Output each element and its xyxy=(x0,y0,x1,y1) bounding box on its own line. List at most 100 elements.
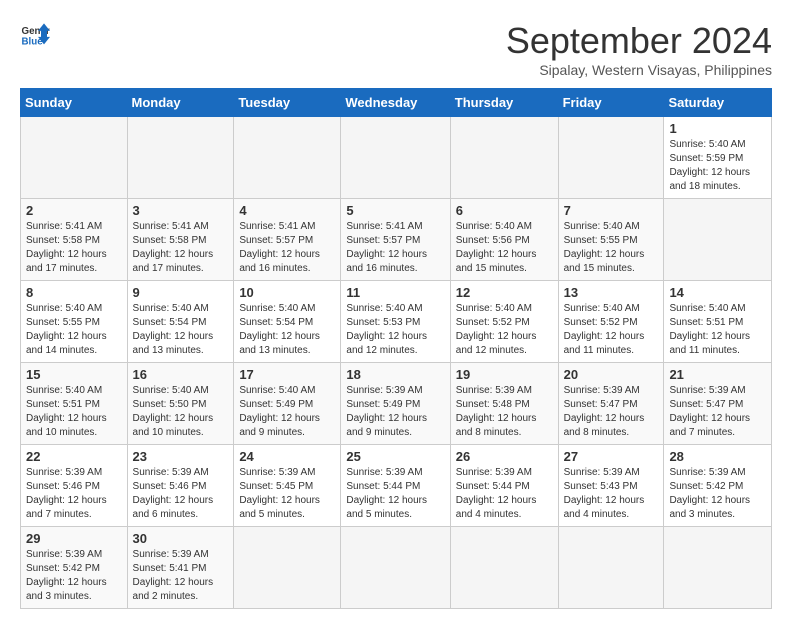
calendar-day-12: 12Sunrise: 5:40 AMSunset: 5:52 PMDayligh… xyxy=(450,281,558,363)
calendar-day-29: 29 Sunrise: 5:39 AMSunset: 5:42 PMDayligh… xyxy=(21,527,128,609)
column-header-wednesday: Wednesday xyxy=(341,89,450,117)
column-header-friday: Friday xyxy=(558,89,664,117)
day-info: Sunrise: 5:39 AMSunset: 5:48 PMDaylight:… xyxy=(456,385,537,438)
calendar-day-10: 10 Sunrise: 5:40 AMSunset: 5:54 PMDayligh… xyxy=(234,281,341,363)
column-header-thursday: Thursday xyxy=(450,89,558,117)
calendar-day-3: 3 Sunrise: 5:41 AMSunset: 5:58 PMDaylight… xyxy=(127,199,234,281)
day-number: 23 xyxy=(133,449,229,464)
day-number: 11 xyxy=(346,285,444,300)
empty-cell xyxy=(234,527,341,609)
calendar-day-20: 20 Sunrise: 5:39 AMSunset: 5:47 PMDayligh… xyxy=(558,363,664,445)
day-info: Sunrise: 5:39 AMSunset: 5:47 PMDaylight:… xyxy=(564,385,645,438)
day-info: Sunrise: 5:39 AMSunset: 5:43 PMDaylight:… xyxy=(564,467,645,520)
day-number: 25 xyxy=(346,449,444,464)
calendar-day-25: 25 Sunrise: 5:39 AMSunset: 5:44 PMDayligh… xyxy=(341,445,450,527)
day-info: Sunrise: 5:40 AMSunset: 5:49 PMDaylight:… xyxy=(239,385,320,438)
day-number: 15 xyxy=(26,367,122,382)
day-info: Sunrise: 5:39 AMSunset: 5:41 PMDaylight:… xyxy=(133,549,214,602)
day-number: 21 xyxy=(669,367,766,382)
day-number: 29 xyxy=(26,531,122,546)
day-info: Sunrise: 5:40 AMSunset: 5:56 PMDaylight:… xyxy=(456,221,537,274)
day-info: Sunrise: 5:40 AMSunset: 5:51 PMDaylight:… xyxy=(669,303,750,356)
empty-cell xyxy=(450,527,558,609)
empty-cell xyxy=(558,117,664,199)
day-number: 22 xyxy=(26,449,122,464)
day-info: Sunrise: 5:40 AMSunset: 5:50 PMDaylight:… xyxy=(133,385,214,438)
day-info: Sunrise: 5:39 AMSunset: 5:49 PMDaylight:… xyxy=(346,385,427,438)
calendar-day-16: 16 Sunrise: 5:40 AMSunset: 5:50 PMDayligh… xyxy=(127,363,234,445)
week-row-1: 1Sunrise: 5:40 AMSunset: 5:59 PMDaylight… xyxy=(21,117,772,199)
day-number: 28 xyxy=(669,449,766,464)
calendar-day-1: 1Sunrise: 5:40 AMSunset: 5:59 PMDaylight… xyxy=(664,117,772,199)
day-number: 17 xyxy=(239,367,335,382)
day-number: 12 xyxy=(456,285,553,300)
day-info: Sunrise: 5:39 AMSunset: 5:47 PMDaylight:… xyxy=(669,385,750,438)
calendar-day-8: 8Sunrise: 5:40 AMSunset: 5:55 PMDaylight… xyxy=(21,281,128,363)
day-number: 9 xyxy=(133,285,229,300)
day-number: 10 xyxy=(239,285,335,300)
day-number: 3 xyxy=(133,203,229,218)
calendar-day-27: 27 Sunrise: 5:39 AMSunset: 5:43 PMDayligh… xyxy=(558,445,664,527)
calendar-day-23: 23 Sunrise: 5:39 AMSunset: 5:46 PMDayligh… xyxy=(127,445,234,527)
empty-cell xyxy=(341,117,450,199)
week-row-2: 2 Sunrise: 5:41 AMSunset: 5:58 PMDaylight… xyxy=(21,199,772,281)
day-info: Sunrise: 5:41 AMSunset: 5:57 PMDaylight:… xyxy=(346,221,427,274)
calendar-day-15: 15 Sunrise: 5:40 AMSunset: 5:51 PMDayligh… xyxy=(21,363,128,445)
empty-cell xyxy=(234,117,341,199)
calendar-day-4: 4 Sunrise: 5:41 AMSunset: 5:57 PMDaylight… xyxy=(234,199,341,281)
day-number: 2 xyxy=(26,203,122,218)
calendar-day-26: 26Sunrise: 5:39 AMSunset: 5:44 PMDayligh… xyxy=(450,445,558,527)
day-number: 1 xyxy=(669,121,766,136)
day-number: 6 xyxy=(456,203,553,218)
calendar-day-24: 24 Sunrise: 5:39 AMSunset: 5:45 PMDayligh… xyxy=(234,445,341,527)
day-info: Sunrise: 5:40 AMSunset: 5:52 PMDaylight:… xyxy=(564,303,645,356)
day-info: Sunrise: 5:39 AMSunset: 5:46 PMDaylight:… xyxy=(26,467,107,520)
calendar-day-14: 14 Sunrise: 5:40 AMSunset: 5:51 PMDayligh… xyxy=(664,281,772,363)
day-number: 13 xyxy=(564,285,659,300)
calendar-day-11: 11 Sunrise: 5:40 AMSunset: 5:53 PMDayligh… xyxy=(341,281,450,363)
empty-cell xyxy=(664,527,772,609)
day-info: Sunrise: 5:41 AMSunset: 5:57 PMDaylight:… xyxy=(239,221,320,274)
day-number: 30 xyxy=(133,531,229,546)
day-number: 14 xyxy=(669,285,766,300)
calendar-day-9: 9Sunrise: 5:40 AMSunset: 5:54 PMDaylight… xyxy=(127,281,234,363)
day-number: 4 xyxy=(239,203,335,218)
empty-cell xyxy=(450,117,558,199)
calendar-day-22: 22 Sunrise: 5:39 AMSunset: 5:46 PMDayligh… xyxy=(21,445,128,527)
day-info: Sunrise: 5:40 AMSunset: 5:53 PMDaylight:… xyxy=(346,303,427,356)
day-info: Sunrise: 5:41 AMSunset: 5:58 PMDaylight:… xyxy=(133,221,214,274)
day-info: Sunrise: 5:39 AMSunset: 5:44 PMDaylight:… xyxy=(456,467,537,520)
day-number: 8 xyxy=(26,285,122,300)
calendar-day-13: 13 Sunrise: 5:40 AMSunset: 5:52 PMDayligh… xyxy=(558,281,664,363)
location-subtitle: Sipalay, Western Visayas, Philippines xyxy=(506,62,772,78)
day-info: Sunrise: 5:40 AMSunset: 5:54 PMDaylight:… xyxy=(239,303,320,356)
day-number: 19 xyxy=(456,367,553,382)
day-info: Sunrise: 5:39 AMSunset: 5:45 PMDaylight:… xyxy=(239,467,320,520)
day-number: 16 xyxy=(133,367,229,382)
day-info: Sunrise: 5:41 AMSunset: 5:58 PMDaylight:… xyxy=(26,221,107,274)
page-header: General Blue September 2024 Sipalay, Wes… xyxy=(20,20,772,78)
day-number: 24 xyxy=(239,449,335,464)
day-number: 5 xyxy=(346,203,444,218)
empty-cell xyxy=(558,527,664,609)
column-header-saturday: Saturday xyxy=(664,89,772,117)
day-info: Sunrise: 5:39 AMSunset: 5:42 PMDaylight:… xyxy=(26,549,107,602)
calendar-day-17: 17 Sunrise: 5:40 AMSunset: 5:49 PMDayligh… xyxy=(234,363,341,445)
day-number: 20 xyxy=(564,367,659,382)
day-info: Sunrise: 5:39 AMSunset: 5:46 PMDaylight:… xyxy=(133,467,214,520)
column-header-sunday: Sunday xyxy=(21,89,128,117)
empty-cell xyxy=(127,117,234,199)
week-row-5: 22 Sunrise: 5:39 AMSunset: 5:46 PMDayligh… xyxy=(21,445,772,527)
week-row-3: 8Sunrise: 5:40 AMSunset: 5:55 PMDaylight… xyxy=(21,281,772,363)
week-row-4: 15 Sunrise: 5:40 AMSunset: 5:51 PMDayligh… xyxy=(21,363,772,445)
calendar-day-21: 21 Sunrise: 5:39 AMSunset: 5:47 PMDayligh… xyxy=(664,363,772,445)
day-number: 27 xyxy=(564,449,659,464)
logo: General Blue xyxy=(20,20,50,50)
day-info: Sunrise: 5:39 AMSunset: 5:42 PMDaylight:… xyxy=(669,467,750,520)
calendar-day-30: 30 Sunrise: 5:39 AMSunset: 5:41 PMDayligh… xyxy=(127,527,234,609)
calendar-day-28: 28 Sunrise: 5:39 AMSunset: 5:42 PMDayligh… xyxy=(664,445,772,527)
day-info: Sunrise: 5:39 AMSunset: 5:44 PMDaylight:… xyxy=(346,467,427,520)
day-info: Sunrise: 5:40 AMSunset: 5:55 PMDaylight:… xyxy=(564,221,645,274)
calendar-day-5: 5 Sunrise: 5:41 AMSunset: 5:57 PMDaylight… xyxy=(341,199,450,281)
day-info: Sunrise: 5:40 AMSunset: 5:51 PMDaylight:… xyxy=(26,385,107,438)
